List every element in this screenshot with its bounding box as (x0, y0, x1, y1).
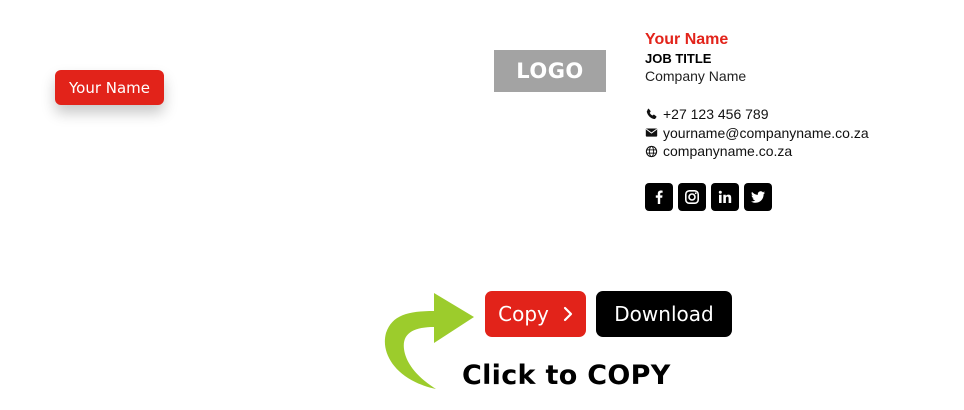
twitter-button[interactable] (744, 183, 772, 211)
email-text: yourname@companyname.co.za (663, 124, 869, 141)
logo-text: LOGO (516, 59, 584, 83)
signature-name: Your Name (645, 31, 729, 48)
your-name-button[interactable]: Your Name (55, 70, 164, 105)
your-name-button-label: Your Name (68, 78, 151, 97)
phone-icon (646, 108, 657, 119)
instagram-icon (684, 189, 699, 204)
chevron-right-icon (563, 306, 572, 322)
copy-button-label: Copy (498, 302, 549, 326)
facebook-icon (655, 190, 663, 204)
copy-button[interactable]: Copy (485, 291, 586, 337)
signature-contact-list: +27 123 456 789 yourname@companyname.co.… (645, 105, 945, 161)
instagram-button[interactable] (678, 183, 706, 211)
green-arrow-shape (384, 293, 474, 389)
contact-phone: +27 123 456 789 (645, 105, 945, 124)
website-text: companyname.co.za (663, 143, 793, 160)
contact-website[interactable]: companyname.co.za (645, 142, 945, 161)
envelope-icon (645, 128, 658, 137)
signature-generator-page: Your Name LOGO Your Name JOB TITLE Compa… (0, 0, 964, 410)
email-signature: Your Name JOB TITLE Company Name +27 123… (645, 30, 945, 161)
facebook-button[interactable] (645, 183, 673, 211)
signature-job-title: JOB TITLE (645, 51, 712, 66)
signature-company: Company Name (645, 68, 747, 84)
contact-email[interactable]: yourname@companyname.co.za (645, 124, 945, 143)
download-button[interactable]: Download (596, 291, 732, 337)
globe-icon (645, 145, 658, 157)
social-links (645, 183, 772, 211)
linkedin-button[interactable] (711, 183, 739, 211)
logo-placeholder: LOGO (494, 50, 606, 92)
linkedin-icon (718, 190, 732, 203)
click-to-copy-hint: Click to COPY (462, 360, 671, 391)
twitter-icon (751, 191, 765, 203)
download-button-label: Download (614, 302, 714, 326)
phone-text: +27 123 456 789 (663, 106, 769, 123)
